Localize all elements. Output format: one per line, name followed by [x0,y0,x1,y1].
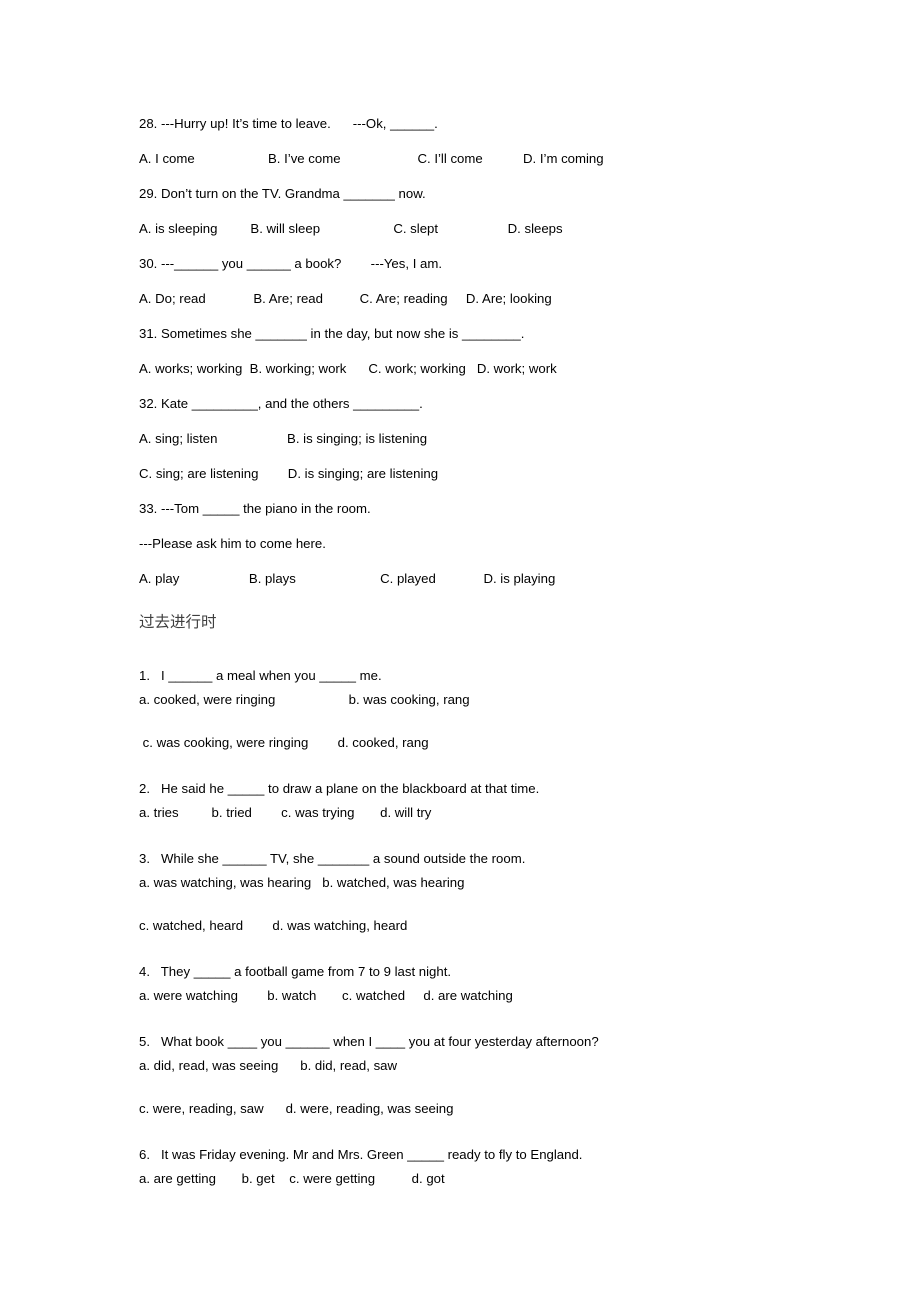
item-options: c. were, reading, saw d. were, reading, … [139,1101,454,1116]
question-stem-continuation: ---Please ask him to come here. [139,536,326,551]
item-options: c. watched, heard d. was watching, heard [139,918,408,933]
question-stem: 29. Don’t turn on the TV. Grandma ______… [139,186,426,201]
item-stem: 1. I ______ a meal when you _____ me. [139,668,382,683]
question-31: 31. Sometimes she _______ in the day, bu… [139,316,839,386]
section-past-continuous: 过去进行时 1. I ______ a meal when you _____ … [139,602,839,1191]
question-options: A. I come B. I’ve come C. I’ll come D. I… [139,151,604,166]
worksheet-page: 28. ---Hurry up! It’s time to leave. ---… [0,0,920,1302]
item-3: 3. While she ______ TV, she _______ a so… [139,847,839,938]
item-stem: 5. What book ____ you ______ when I ____… [139,1034,599,1049]
item-4: 4. They _____ a football game from 7 to … [139,960,839,1008]
item-1: 1. I ______ a meal when you _____ me. a.… [139,664,839,755]
question-options: C. sing; are listening D. is singing; ar… [139,466,439,481]
question-options: A. play B. plays C. played D. is playing [139,571,556,586]
question-33: 33. ---Tom _____ the piano in the room. … [139,491,839,596]
question-30: 30. ---______ you ______ a book? ---Yes,… [139,246,839,316]
item-5: 5. What book ____ you ______ when I ____… [139,1030,839,1121]
item-options: a. are getting b. get c. were getting d.… [139,1171,445,1186]
item-2: 2. He said he _____ to draw a plane on t… [139,777,839,825]
question-stem: 33. ---Tom _____ the piano in the room. [139,501,371,516]
item-options: a. cooked, were ringing b. was cooking, … [139,692,470,707]
question-stem: 28. ---Hurry up! It’s time to leave. ---… [139,116,438,131]
item-stem: 4. They _____ a football game from 7 to … [139,964,452,979]
question-stem: 32. Kate _________, and the others _____… [139,396,423,411]
document-content: 28. ---Hurry up! It’s time to leave. ---… [139,106,839,1191]
item-options: a. did, read, was seeing b. did, read, s… [139,1058,398,1073]
item-options: a. were watching b. watch c. watched d. … [139,988,513,1003]
question-stem: 31. Sometimes she _______ in the day, bu… [139,326,525,341]
question-28: 28. ---Hurry up! It’s time to leave. ---… [139,106,839,176]
item-options: a. was watching, was hearing b. watched,… [139,875,465,890]
question-options: A. sing; listen B. is singing; is listen… [139,431,428,446]
question-stem: 30. ---______ you ______ a book? ---Yes,… [139,256,443,271]
item-stem: 2. He said he _____ to draw a plane on t… [139,781,540,796]
item-options: a. tries b. tried c. was trying d. will … [139,805,432,820]
question-options: A. Do; read B. Are; read C. Are; reading… [139,291,552,306]
item-stem: 3. While she ______ TV, she _______ a so… [139,851,526,866]
section-present-continuous: 28. ---Hurry up! It’s time to leave. ---… [139,106,839,596]
item-6: 6. It was Friday evening. Mr and Mrs. Gr… [139,1143,839,1191]
question-options: A. works; working B. working; work C. wo… [139,361,557,376]
question-29: 29. Don’t turn on the TV. Grandma ______… [139,176,839,246]
item-options: c. was cooking, were ringing d. cooked, … [139,735,429,750]
section-heading: 过去进行时 [139,613,217,631]
question-32: 32. Kate _________, and the others _____… [139,386,839,491]
item-stem: 6. It was Friday evening. Mr and Mrs. Gr… [139,1147,583,1162]
question-options: A. is sleeping B. will sleep C. slept D.… [139,221,563,236]
